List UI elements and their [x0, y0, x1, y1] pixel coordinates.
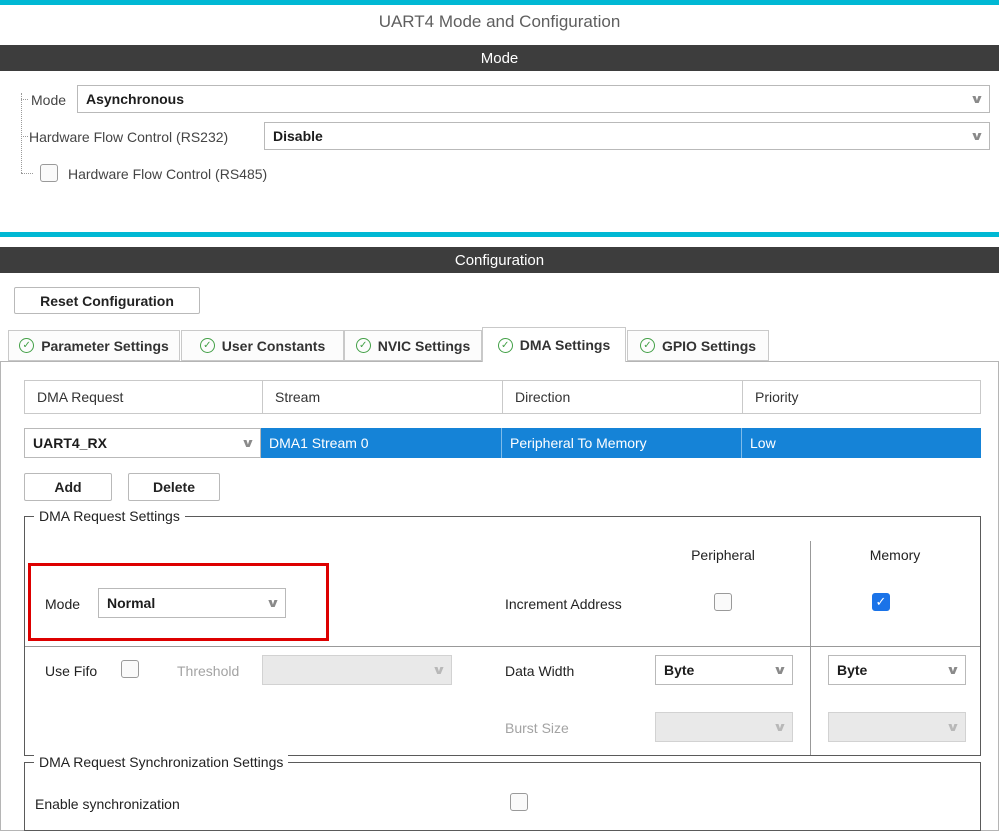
chevron-down-icon: ∨: [946, 663, 961, 677]
memory-increment-checkbox[interactable]: ✓: [872, 593, 890, 611]
row-separator-line: [25, 646, 980, 647]
mode-label: Mode: [31, 92, 66, 108]
uart4-config-window: UART4 Mode and Configuration Mode Mode A…: [0, 0, 999, 831]
chevron-down-icon: ∨: [432, 663, 447, 677]
burst-size-label: Burst Size: [505, 720, 569, 736]
reset-configuration-button[interactable]: Reset Configuration: [14, 287, 200, 314]
delete-button[interactable]: Delete: [128, 473, 220, 501]
add-button[interactable]: Add: [24, 473, 112, 501]
rs232-combobox-value: Disable: [273, 128, 323, 144]
check-circle-icon: ✓: [200, 338, 215, 353]
configuration-section-header: Configuration: [0, 247, 999, 273]
cell-priority[interactable]: Low: [741, 428, 981, 458]
peripheral-increment-checkbox[interactable]: [714, 593, 732, 611]
column-header-direction: Direction: [502, 381, 742, 413]
increment-address-label: Increment Address: [505, 596, 622, 612]
page-title: UART4 Mode and Configuration: [0, 12, 999, 32]
mode-combobox[interactable]: Asynchronous ∨: [77, 85, 990, 113]
cell-direction[interactable]: Peripheral To Memory: [501, 428, 741, 458]
dma-table-selected-row[interactable]: DMA1 Stream 0 Peripheral To Memory Low: [261, 428, 981, 458]
data-width-peripheral-combobox[interactable]: Byte ∨: [655, 655, 793, 685]
mode-section-header: Mode: [0, 45, 999, 71]
chevron-down-icon: ∨: [773, 663, 788, 677]
check-circle-icon: ✓: [356, 338, 371, 353]
column-peripheral-label: Peripheral: [663, 547, 783, 563]
tab-label: GPIO Settings: [662, 338, 756, 354]
chevron-down-icon: ∨: [946, 720, 961, 734]
rs232-combobox[interactable]: Disable ∨: [264, 122, 990, 150]
tab-gpio-settings[interactable]: ✓ GPIO Settings: [627, 330, 769, 361]
dma-table-header-row: DMA Request Stream Direction Priority: [24, 380, 981, 414]
tab-user-constants[interactable]: ✓ User Constants: [181, 330, 344, 361]
configuration-accent-bar: [0, 232, 999, 237]
threshold-label: Threshold: [177, 663, 239, 679]
threshold-combobox: ∨: [262, 655, 452, 685]
tab-dma-settings[interactable]: ✓ DMA Settings: [482, 327, 626, 362]
tree-line: [21, 173, 33, 174]
mode-combobox-value: Asynchronous: [86, 91, 184, 107]
tab-label: NVIC Settings: [378, 338, 471, 354]
tree-line: [21, 136, 28, 137]
check-icon: ✓: [876, 594, 887, 610]
group-title: DMA Request Synchronization Settings: [34, 754, 288, 770]
tab-label: DMA Settings: [520, 337, 610, 353]
check-circle-icon: ✓: [498, 338, 513, 353]
annotation-highlight-box: [28, 563, 329, 641]
data-width-memory-value: Byte: [837, 662, 867, 678]
rs232-label: Hardware Flow Control (RS232): [29, 129, 228, 145]
top-accent-bar: [0, 0, 999, 5]
tree-line: [21, 93, 22, 173]
burst-size-memory-combobox: ∨: [828, 712, 966, 742]
tab-label: User Constants: [222, 338, 325, 354]
rs485-checkbox[interactable]: [40, 164, 58, 182]
chevron-down-icon: ∨: [773, 720, 788, 734]
rs485-label: Hardware Flow Control (RS485): [68, 166, 267, 182]
column-memory-label: Memory: [835, 547, 955, 563]
tab-label: Parameter Settings: [41, 338, 169, 354]
chevron-down-icon: ∨: [970, 129, 985, 143]
chevron-down-icon: ∨: [241, 436, 256, 450]
column-header-stream: Stream: [262, 381, 502, 413]
column-separator-line: [810, 541, 811, 755]
data-width-peripheral-value: Byte: [664, 662, 694, 678]
chevron-down-icon: ∨: [970, 92, 985, 106]
tree-line: [21, 99, 28, 100]
column-header-priority: Priority: [742, 381, 980, 413]
cell-stream[interactable]: DMA1 Stream 0: [261, 428, 501, 458]
data-width-memory-combobox[interactable]: Byte ∨: [828, 655, 966, 685]
enable-synchronization-label: Enable synchronization: [35, 796, 180, 812]
group-title: DMA Request Settings: [34, 508, 185, 524]
column-header-dma-request: DMA Request: [25, 381, 262, 413]
check-circle-icon: ✓: [19, 338, 34, 353]
use-fifo-checkbox[interactable]: [121, 660, 139, 678]
enable-synchronization-checkbox[interactable]: [510, 793, 528, 811]
use-fifo-label: Use Fifo: [45, 663, 97, 679]
dma-request-value: UART4_RX: [33, 435, 107, 451]
tab-parameter-settings[interactable]: ✓ Parameter Settings: [8, 330, 180, 361]
data-width-label: Data Width: [505, 663, 574, 679]
check-circle-icon: ✓: [640, 338, 655, 353]
tab-nvic-settings[interactable]: ✓ NVIC Settings: [344, 330, 482, 361]
dma-request-combobox[interactable]: UART4_RX ∨: [24, 428, 261, 458]
burst-size-peripheral-combobox: ∨: [655, 712, 793, 742]
